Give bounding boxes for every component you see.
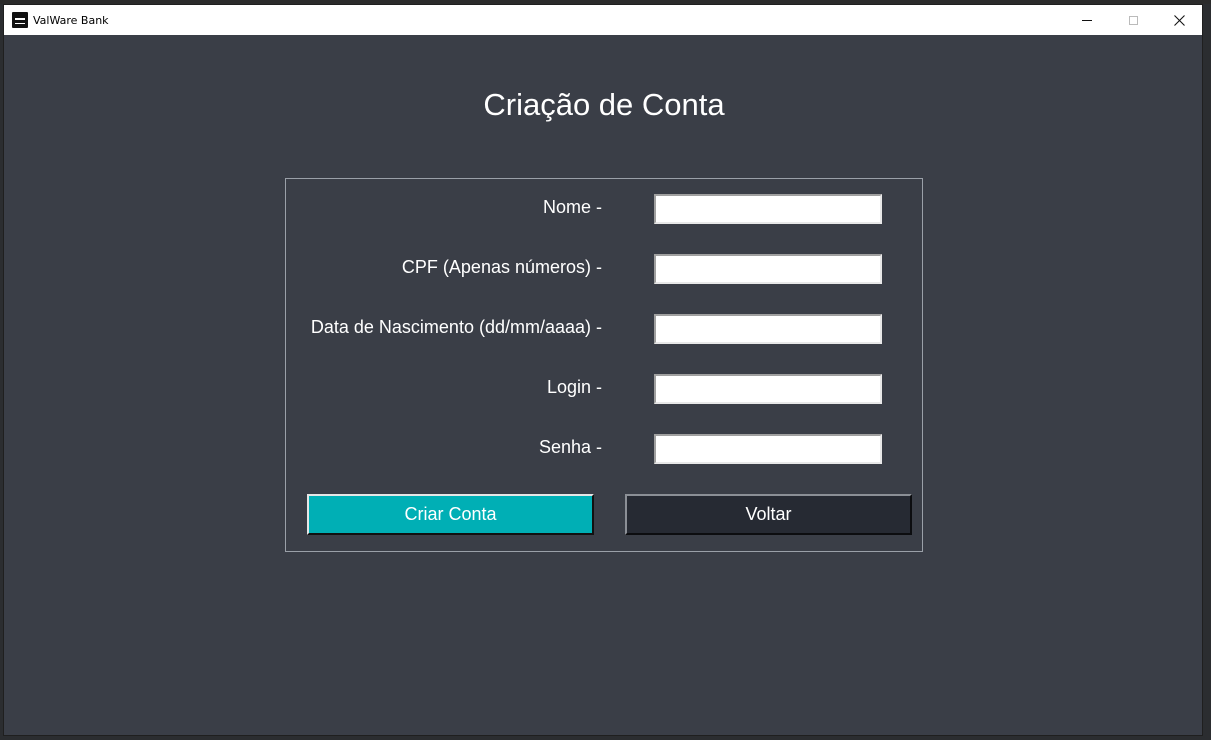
title-bar[interactable]: ValWare Bank	[4, 5, 1202, 35]
birthdate-input[interactable]	[654, 314, 882, 344]
birthdate-label: Data de Nascimento (dd/mm/aaaa) -	[310, 317, 602, 337]
page-title: Criação de Conta	[483, 87, 725, 122]
account-form: Nome - CPF (Apenas números) - Data de Na…	[285, 178, 923, 552]
maximize-icon	[1128, 15, 1138, 25]
create-account-button[interactable]: Criar Conta	[307, 494, 594, 535]
maximize-button[interactable]	[1110, 5, 1156, 35]
form-row-login: Login -	[286, 374, 922, 404]
nome-input[interactable]	[654, 194, 882, 224]
minimize-icon	[1082, 19, 1092, 21]
close-icon	[1173, 14, 1185, 26]
form-row-cpf: CPF (Apenas números) -	[286, 254, 922, 284]
nome-label: Nome -	[542, 197, 602, 217]
back-button[interactable]: Voltar	[625, 494, 912, 535]
app-window: ValWare Bank Criação de Conta Nome - CPF…	[3, 4, 1203, 736]
window-controls	[1064, 5, 1202, 35]
cpf-label: CPF (Apenas números) -	[401, 257, 602, 277]
senha-input[interactable]	[654, 434, 882, 464]
form-row-birthdate: Data de Nascimento (dd/mm/aaaa) -	[286, 314, 922, 344]
senha-label: Senha -	[538, 437, 602, 457]
minimize-button[interactable]	[1064, 5, 1110, 35]
form-row-senha: Senha -	[286, 434, 922, 464]
form-row-nome: Nome -	[286, 194, 922, 224]
cpf-input[interactable]	[654, 254, 882, 284]
login-input[interactable]	[654, 374, 882, 404]
login-label: Login -	[546, 377, 602, 397]
close-button[interactable]	[1156, 5, 1202, 35]
window-title: ValWare Bank	[33, 13, 109, 27]
bank-app-icon	[12, 12, 28, 28]
